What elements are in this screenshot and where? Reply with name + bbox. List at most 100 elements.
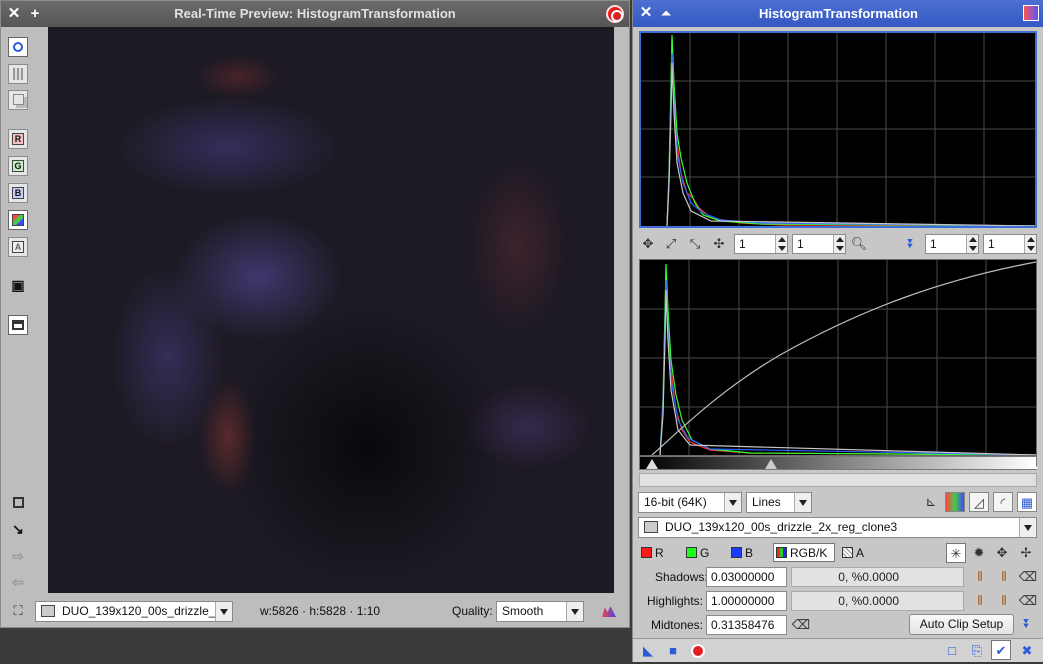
stepper-icon[interactable]: [833, 235, 845, 253]
split-view-button[interactable]: [8, 64, 28, 84]
highlights-auto-clip-icon[interactable]: ⫴: [970, 591, 990, 611]
channel-b-label: B: [12, 187, 24, 199]
rgb-icon: [776, 547, 787, 558]
resolution-value: 16-bit (64K): [644, 495, 707, 509]
graph-style-selector[interactable]: Lines: [746, 492, 812, 513]
window-icon: [12, 320, 24, 330]
rgb-histogram-icon[interactable]: [945, 492, 965, 512]
fit-view-icon[interactable]: ⛶: [8, 601, 28, 621]
shadows-clip-histogram-icon[interactable]: ⫴: [994, 567, 1014, 587]
input-zoom-v-value: 1: [797, 237, 804, 251]
apply-global-icon[interactable]: ■: [663, 641, 683, 661]
preview-bottombar: ⛶ DUO_139x120_00s_drizzle_2 w:5826 · h:5…: [1, 595, 629, 627]
shadows-reset-icon[interactable]: ⌫: [1018, 567, 1038, 587]
channel-g-label: G: [12, 160, 24, 172]
channel-a-label: A: [12, 241, 24, 253]
output-zoom-h-value: 1: [930, 237, 937, 251]
shadows-handle[interactable]: [646, 459, 658, 469]
midtones-handle[interactable]: [765, 459, 777, 469]
midtones-reset-icon[interactable]: ⌫: [791, 615, 811, 635]
highlights-reset-icon[interactable]: ⌫: [1018, 591, 1038, 611]
preview-toggle-button[interactable]: [606, 5, 624, 23]
channel-r-label: R: [12, 133, 24, 145]
edit-mode-icon[interactable]: ✥: [638, 234, 658, 254]
midtones-input[interactable]: 0.31358476: [706, 615, 787, 635]
input-histogram-plot[interactable]: [639, 31, 1037, 228]
image-dimensions: w:5826 · h:5828 · 1:10: [260, 604, 381, 618]
shadows-input[interactable]: 0.03000000: [706, 567, 787, 587]
crosshair-icon[interactable]: ✳: [946, 543, 966, 563]
stepper-icon[interactable]: [966, 235, 978, 253]
quality-selector-value: Smooth: [502, 604, 544, 618]
channel-rgb-button[interactable]: [8, 210, 28, 230]
reset-channel-icon[interactable]: ✢: [1016, 543, 1036, 563]
auto-zero-highlights-icon[interactable]: ✥: [992, 543, 1012, 563]
camera-icon: ▣: [11, 277, 25, 293]
pan-icon[interactable]: ✣: [709, 234, 729, 254]
fit-button[interactable]: [8, 493, 28, 513]
channel-rgbk-button[interactable]: RGB/K: [773, 543, 835, 562]
input-zoom-h[interactable]: 1: [734, 234, 788, 254]
new-preview-button[interactable]: [8, 315, 28, 335]
double-chevron-down-icon[interactable]: ⏬︎: [901, 234, 921, 254]
double-chevron-down-icon[interactable]: ⏬︎: [1017, 614, 1037, 634]
zoom-icon[interactable]: 🔍︎: [849, 234, 869, 254]
auto-zero-shadows-icon[interactable]: ✹: [969, 543, 989, 563]
zoom-fit-icon[interactable]: ⤢: [661, 234, 681, 254]
real-time-preview-icon[interactable]: [688, 641, 708, 661]
channel-r-swatch[interactable]: [641, 547, 652, 558]
preview-image[interactable]: [48, 27, 614, 593]
shadows-clip-readout: 0, %0.0000: [791, 567, 964, 587]
grid-icon[interactable]: ▦: [1017, 492, 1037, 512]
highlights-clip-histogram-icon[interactable]: ⫴: [994, 591, 1014, 611]
preview-sidebar: R G B A ▣ ↘ ⇨ ⇦: [1, 27, 35, 595]
highlights-label: Highlights:: [646, 594, 703, 608]
channel-g-label: G: [700, 546, 710, 560]
target-view-selector[interactable]: DUO_139x120_00s_drizzle_2x_reg_clone3: [638, 517, 1037, 538]
channel-g-button[interactable]: G: [8, 156, 28, 176]
reset-icon[interactable]: ✖: [1017, 641, 1037, 661]
arrow-right-button[interactable]: ⇨: [8, 547, 28, 567]
curve-icon[interactable]: ◜: [993, 492, 1013, 512]
channel-b-button[interactable]: B: [8, 183, 28, 203]
arrow-left-button[interactable]: ⇦: [8, 573, 28, 593]
preview-icon[interactable]: □: [942, 641, 962, 661]
channel-r-button[interactable]: R: [8, 129, 28, 149]
overlay-button[interactable]: [8, 90, 28, 110]
output-zoom-v[interactable]: 1: [983, 234, 1037, 254]
arrow-down-right-button[interactable]: ↘: [8, 520, 28, 540]
input-range-slider[interactable]: [639, 456, 1038, 470]
preview-mode-button[interactable]: [8, 37, 28, 57]
stepper-icon[interactable]: [775, 235, 787, 253]
input-zoom-v[interactable]: 1: [792, 234, 846, 254]
channel-r-label: R: [655, 546, 664, 560]
channel-g-swatch[interactable]: [686, 547, 697, 558]
output-zoom-h[interactable]: 1: [925, 234, 979, 254]
process-icon: [1023, 5, 1039, 21]
graph-icon[interactable]: ◿: [969, 492, 989, 512]
quality-selector[interactable]: Smooth: [496, 601, 584, 622]
histogram-icon[interactable]: [599, 601, 619, 621]
apply-icon[interactable]: ✔: [991, 640, 1011, 660]
channel-b-swatch[interactable]: [731, 547, 742, 558]
snapshot-button[interactable]: ▣: [8, 276, 28, 296]
highlights-input[interactable]: 1.00000000: [706, 591, 787, 611]
channel-a-swatch[interactable]: [842, 547, 853, 558]
new-instance-icon[interactable]: ◣: [638, 641, 658, 661]
resolution-selector[interactable]: 16-bit (64K): [638, 492, 742, 513]
channel-a-button[interactable]: A: [8, 237, 28, 257]
image-icon: [41, 605, 55, 617]
stepper-icon[interactable]: [1024, 235, 1036, 253]
zoom-reset-icon[interactable]: ⤡: [685, 234, 705, 254]
target-view-value: DUO_139x120_00s_drizzle_2x_reg_clone3: [665, 520, 898, 534]
reject-toggle-icon[interactable]: ⊾: [921, 492, 941, 512]
auto-clip-setup-button[interactable]: Auto Clip Setup: [909, 614, 1014, 635]
shadows-auto-clip-icon[interactable]: ⫴: [970, 567, 990, 587]
output-histogram-plot[interactable]: [639, 259, 1037, 456]
highlights-handle[interactable]: [1026, 459, 1038, 469]
fit-icon: [12, 497, 24, 508]
document-icon[interactable]: ⎘: [967, 641, 987, 661]
view-selector[interactable]: DUO_139x120_00s_drizzle_2: [35, 601, 233, 622]
output-range-slider[interactable]: [639, 473, 1037, 487]
output-histogram-svg: [640, 260, 1037, 456]
